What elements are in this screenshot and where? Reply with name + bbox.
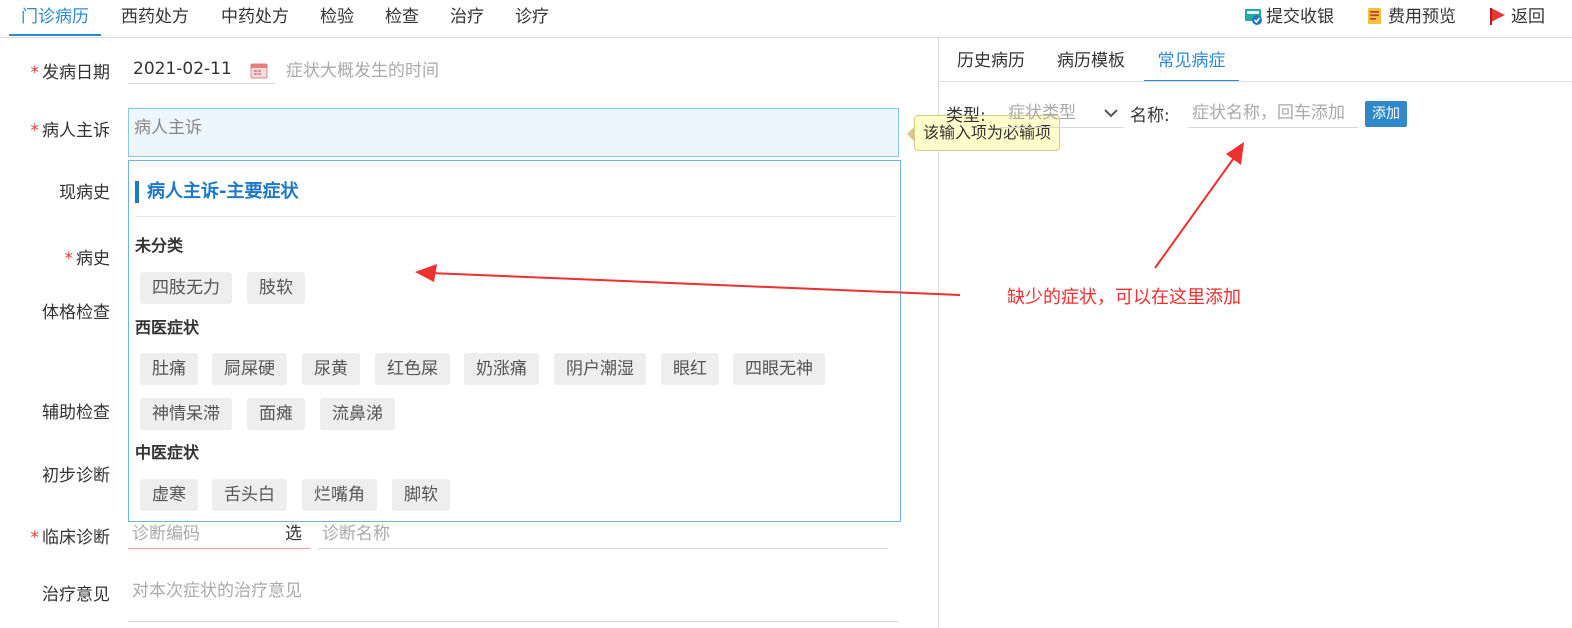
arrow-to-dropdown xyxy=(429,272,961,296)
arrow-to-name-input xyxy=(1154,154,1237,269)
arrowhead-up-icon xyxy=(1226,142,1244,165)
annotation-arrows xyxy=(415,142,1244,296)
arrowhead-left-icon xyxy=(415,264,437,282)
